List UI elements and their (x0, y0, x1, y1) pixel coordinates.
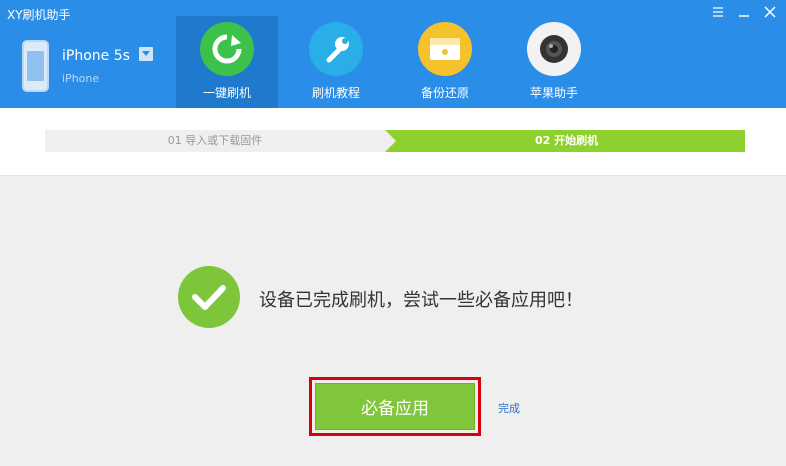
wrench-icon (309, 22, 363, 76)
main-nav: 一键刷机 刷机教程 备份还原 苹果助手 (176, 16, 612, 108)
nav-label: 备份还原 (420, 86, 469, 100)
app-title: XY刷机助手 (7, 8, 71, 22)
window-controls (710, 4, 778, 20)
essential-apps-button[interactable]: 必备应用 (315, 383, 475, 430)
close-icon[interactable] (762, 4, 778, 20)
nav-label: 刷机教程 (311, 86, 360, 100)
phone-icon (22, 40, 49, 92)
backup-icon (418, 22, 472, 76)
device-dropdown-button[interactable] (139, 47, 153, 61)
device-info: iPhone 5s iPhone (22, 40, 172, 96)
camera-icon (527, 22, 581, 76)
device-name: iPhone 5s (62, 48, 130, 64)
success-check-icon (178, 266, 240, 328)
step-start-flash: 02 开始刷机 (385, 130, 745, 152)
completion-message: 设备已完成刷机，尝试一些必备应用吧！ (259, 290, 583, 311)
nav-label: 苹果助手 (529, 86, 578, 100)
step-progress-bar: 01 导入或下载固件 02 开始刷机 (45, 130, 745, 152)
nav-one-click-flash[interactable]: 一键刷机 (176, 16, 278, 108)
done-link[interactable]: 完成 (498, 400, 520, 416)
refresh-icon (200, 22, 254, 76)
minimize-icon[interactable] (736, 4, 752, 20)
nav-label: 一键刷机 (202, 86, 251, 100)
menu-icon[interactable] (710, 4, 726, 20)
step-start-flash-label: 02 开始刷机 (535, 134, 599, 147)
device-type: iPhone (62, 72, 100, 85)
nav-backup-restore[interactable]: 备份还原 (394, 16, 496, 108)
nav-apple-assistant[interactable]: 苹果助手 (503, 16, 605, 108)
chevron-down-icon (142, 51, 150, 56)
step-import-firmware: 01 导入或下载固件 (167, 134, 263, 147)
steps-panel: 01 导入或下载固件 02 开始刷机 (0, 108, 786, 176)
nav-flash-tutorial[interactable]: 刷机教程 (285, 16, 387, 108)
header-bar: XY刷机助手 iPhone 5s iPhone 一键刷机 刷机教程 备份还原 苹… (0, 0, 786, 108)
